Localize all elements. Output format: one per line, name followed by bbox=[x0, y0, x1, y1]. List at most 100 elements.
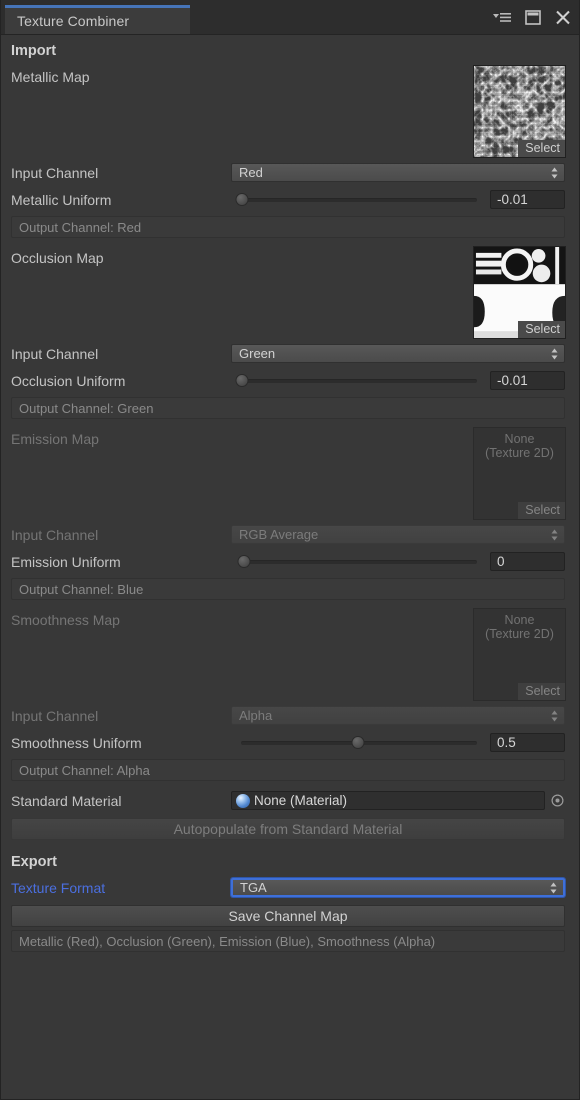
emission-none-line1: None bbox=[474, 432, 565, 446]
emission-input-channel-row: Input Channel RGB Average bbox=[9, 521, 571, 548]
texture-format-row: Texture Format TGA bbox=[9, 874, 571, 901]
metallic-uniform-field[interactable]: -0.01 bbox=[490, 190, 565, 209]
occlusion-uniform-slider[interactable] bbox=[231, 372, 485, 390]
emission-uniform-row: Emission Uniform 0 bbox=[9, 548, 571, 575]
slider-handle[interactable] bbox=[352, 736, 365, 749]
occlusion-output-channel-text: Output Channel: Green bbox=[19, 401, 153, 416]
chevron-updown-icon bbox=[550, 166, 559, 179]
emission-uniform-slider[interactable] bbox=[231, 553, 485, 571]
autopopulate-label: Autopopulate from Standard Material bbox=[174, 821, 403, 837]
chevron-updown-icon bbox=[550, 709, 559, 722]
occlusion-uniform-value: -0.01 bbox=[497, 373, 528, 388]
standard-material-label: Standard Material bbox=[9, 793, 231, 809]
emission-uniform-label: Emission Uniform bbox=[9, 554, 231, 570]
occlusion-texture-slot[interactable]: Select bbox=[473, 246, 566, 339]
slider-track bbox=[241, 198, 477, 202]
emission-none-line2: (Texture 2D) bbox=[474, 446, 565, 460]
slider-track bbox=[241, 379, 477, 383]
window-controls bbox=[492, 6, 573, 28]
occlusion-uniform-label: Occlusion Uniform bbox=[9, 373, 231, 389]
emission-uniform-value: 0 bbox=[497, 554, 505, 569]
metallic-input-channel-value: Red bbox=[239, 165, 263, 180]
chevron-updown-icon bbox=[550, 528, 559, 541]
smoothness-texture-slot[interactable]: None (Texture 2D) Select bbox=[473, 608, 566, 701]
smoothness-uniform-slider[interactable] bbox=[231, 734, 485, 752]
material-sphere-icon bbox=[236, 794, 250, 808]
import-section-header: Import bbox=[9, 35, 571, 63]
texture-format-label: Texture Format bbox=[9, 880, 231, 896]
metallic-map-block: Metallic Map bbox=[9, 63, 571, 159]
emission-input-channel-dropdown[interactable]: RGB Average bbox=[231, 525, 565, 544]
metallic-uniform-slider[interactable] bbox=[231, 191, 485, 209]
emission-input-channel-value: RGB Average bbox=[239, 527, 318, 542]
metallic-input-channel-label: Input Channel bbox=[9, 165, 231, 181]
object-picker-icon[interactable] bbox=[550, 793, 565, 808]
smoothness-uniform-row: Smoothness Uniform 0.5 bbox=[9, 729, 571, 756]
save-channel-map-label: Save Channel Map bbox=[228, 908, 347, 924]
slider-track bbox=[241, 560, 477, 564]
occlusion-output-channel-bar: Output Channel: Green bbox=[11, 397, 565, 419]
smoothness-input-channel-dropdown[interactable]: Alpha bbox=[231, 706, 565, 725]
window-body: Import Metallic Map bbox=[1, 35, 579, 952]
standard-material-row: Standard Material None (Material) bbox=[9, 787, 571, 814]
metallic-output-channel-text: Output Channel: Red bbox=[19, 220, 141, 235]
close-icon[interactable] bbox=[552, 7, 573, 27]
metallic-input-channel-row: Input Channel Red bbox=[9, 159, 571, 186]
smoothness-select-button[interactable]: Select bbox=[518, 683, 565, 700]
metallic-input-channel-dropdown[interactable]: Red bbox=[231, 163, 565, 182]
metallic-map-label: Metallic Map bbox=[11, 69, 90, 85]
emission-select-button[interactable]: Select bbox=[518, 502, 565, 519]
export-summary-text: Metallic (Red), Occlusion (Green), Emiss… bbox=[19, 934, 435, 949]
window-titlebar: Texture Combiner bbox=[1, 0, 579, 35]
slider-handle[interactable] bbox=[236, 374, 249, 387]
metallic-uniform-label: Metallic Uniform bbox=[9, 192, 231, 208]
smoothness-none-line2: (Texture 2D) bbox=[474, 627, 565, 641]
emission-output-channel-bar: Output Channel: Blue bbox=[11, 578, 565, 600]
export-summary-bar: Metallic (Red), Occlusion (Green), Emiss… bbox=[11, 930, 565, 952]
metallic-uniform-row: Metallic Uniform -0.01 bbox=[9, 186, 571, 213]
smoothness-map-label: Smoothness Map bbox=[11, 612, 120, 628]
texture-format-value: TGA bbox=[240, 880, 267, 895]
emission-input-channel-label: Input Channel bbox=[9, 527, 231, 543]
occlusion-select-button[interactable]: Select bbox=[518, 321, 565, 338]
tab-label: Texture Combiner bbox=[17, 13, 129, 29]
chevron-updown-icon bbox=[550, 347, 559, 360]
autopopulate-button[interactable]: Autopopulate from Standard Material bbox=[11, 818, 565, 840]
maximize-icon[interactable] bbox=[522, 7, 543, 27]
chevron-updown-icon bbox=[549, 881, 558, 894]
emission-map-label: Emission Map bbox=[11, 431, 99, 447]
save-channel-map-button[interactable]: Save Channel Map bbox=[11, 905, 565, 927]
texture-format-dropdown[interactable]: TGA bbox=[231, 878, 565, 897]
occlusion-input-channel-value: Green bbox=[239, 346, 275, 361]
occlusion-uniform-row: Occlusion Uniform -0.01 bbox=[9, 367, 571, 394]
standard-material-object-field[interactable]: None (Material) bbox=[231, 791, 545, 810]
smoothness-uniform-field[interactable]: 0.5 bbox=[490, 733, 565, 752]
smoothness-uniform-label: Smoothness Uniform bbox=[9, 735, 231, 751]
tab-texture-combiner[interactable]: Texture Combiner bbox=[5, 5, 190, 34]
smoothness-texture-placeholder: None (Texture 2D) bbox=[474, 613, 565, 641]
smoothness-input-channel-label: Input Channel bbox=[9, 708, 231, 724]
slider-handle[interactable] bbox=[236, 193, 249, 206]
occlusion-input-channel-dropdown[interactable]: Green bbox=[231, 344, 565, 363]
smoothness-uniform-value: 0.5 bbox=[497, 735, 516, 750]
smoothness-output-channel-bar: Output Channel: Alpha bbox=[11, 759, 565, 781]
metallic-uniform-value: -0.01 bbox=[497, 192, 528, 207]
metallic-texture-slot[interactable]: Select bbox=[473, 65, 566, 158]
slider-handle[interactable] bbox=[238, 555, 251, 568]
metallic-output-channel-bar: Output Channel: Red bbox=[11, 216, 565, 238]
smoothness-output-channel-text: Output Channel: Alpha bbox=[19, 763, 150, 778]
smoothness-map-block: Smoothness Map None (Texture 2D) Select bbox=[9, 606, 571, 702]
export-section-header: Export bbox=[9, 846, 571, 874]
standard-material-value: None (Material) bbox=[254, 793, 347, 808]
window-menu-icon[interactable] bbox=[492, 7, 513, 27]
metallic-select-button[interactable]: Select bbox=[518, 140, 565, 157]
smoothness-input-channel-row: Input Channel Alpha bbox=[9, 702, 571, 729]
emission-uniform-field[interactable]: 0 bbox=[490, 552, 565, 571]
emission-texture-placeholder: None (Texture 2D) bbox=[474, 432, 565, 460]
emission-output-channel-text: Output Channel: Blue bbox=[19, 582, 143, 597]
occlusion-uniform-field[interactable]: -0.01 bbox=[490, 371, 565, 390]
texture-combiner-window: Texture Combiner bbox=[0, 0, 580, 1100]
occlusion-input-channel-row: Input Channel Green bbox=[9, 340, 571, 367]
emission-texture-slot[interactable]: None (Texture 2D) Select bbox=[473, 427, 566, 520]
smoothness-none-line1: None bbox=[474, 613, 565, 627]
